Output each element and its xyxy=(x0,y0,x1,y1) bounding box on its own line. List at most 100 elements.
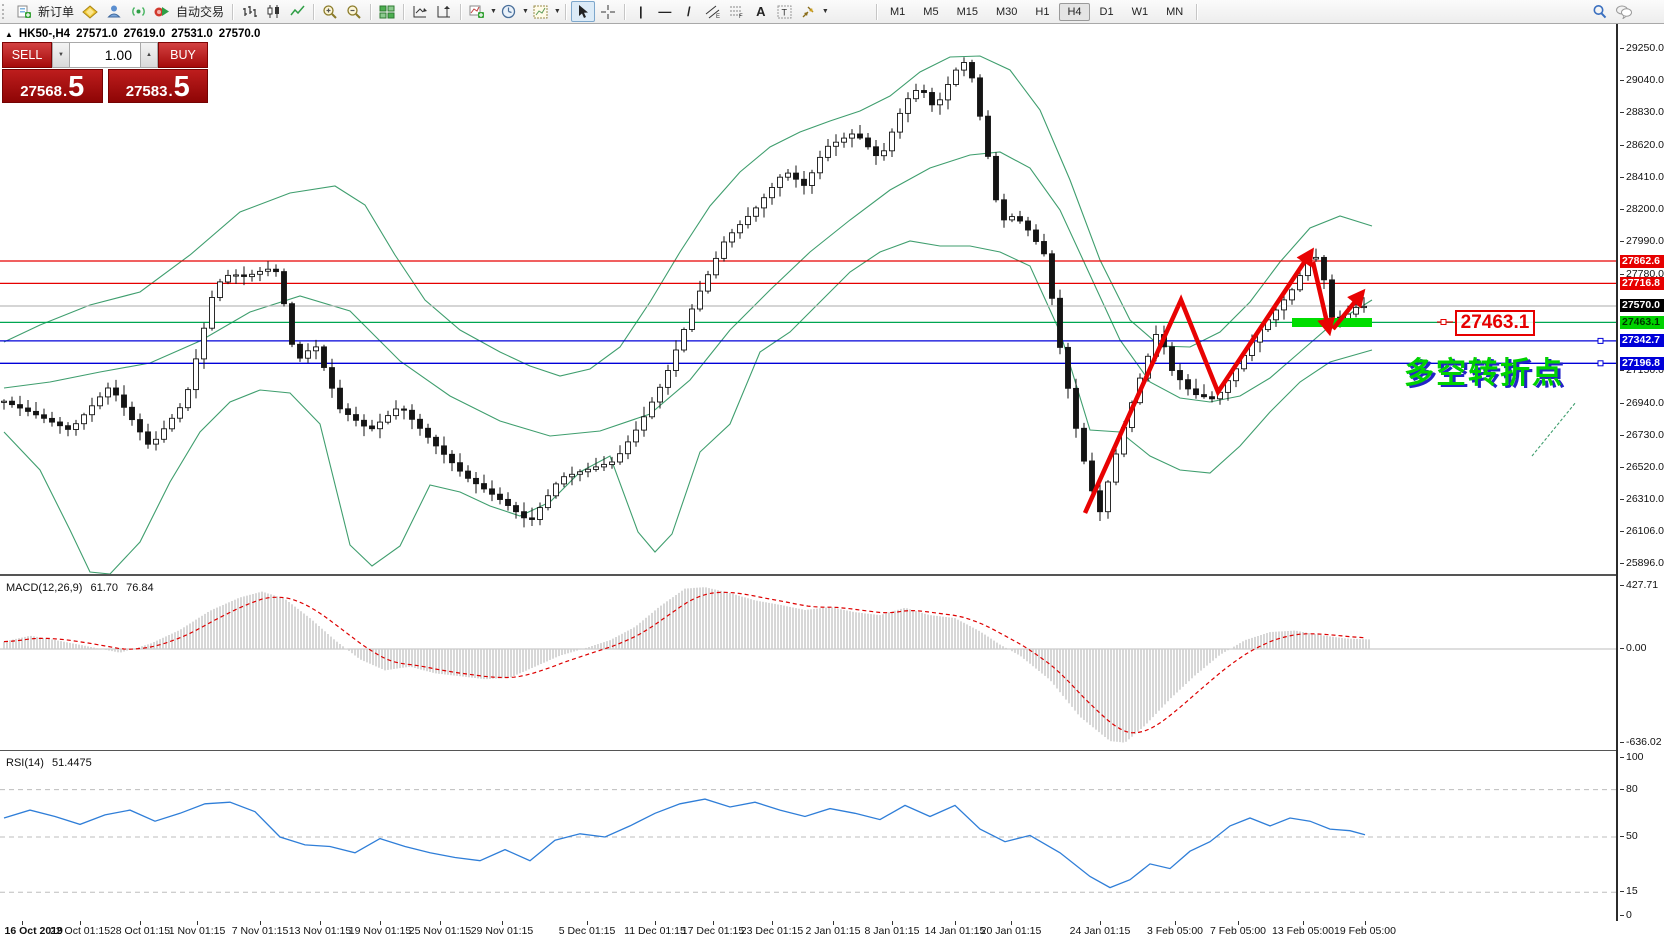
rsi-axis-tick: 100 xyxy=(1620,751,1644,763)
time-label: 7 Nov 01:15 xyxy=(232,925,289,937)
price-tag-27342.7: 27342.7 xyxy=(1620,334,1664,347)
timeframe-button-h1[interactable]: H1 xyxy=(1027,3,1057,21)
zoom-out-icon[interactable] xyxy=(343,2,365,21)
collapse-icon[interactable]: ▲ xyxy=(5,30,13,39)
zoom-in-icon[interactable] xyxy=(319,2,341,21)
macd-canvas[interactable] xyxy=(0,576,1616,750)
auto-scroll-icon[interactable] xyxy=(409,2,431,21)
period-caret-icon[interactable]: ▼ xyxy=(522,8,529,15)
rsi-axis-tick: 15 xyxy=(1620,885,1638,897)
time-label: 25 Nov 01:15 xyxy=(409,925,471,937)
signals-icon[interactable] xyxy=(127,2,149,21)
order-diamond-icon[interactable] xyxy=(79,2,101,21)
time-label: 29 Nov 01:15 xyxy=(471,925,533,937)
toolbar-grip xyxy=(2,4,8,19)
time-label: 13 Nov 01:15 xyxy=(289,925,351,937)
text-label-tool-icon[interactable]: T xyxy=(774,2,796,21)
ask-price-cell[interactable]: 27583.5 xyxy=(108,69,209,103)
timeframe-button-m30[interactable]: M30 xyxy=(988,3,1025,21)
time-label: 19 Feb 05:00 xyxy=(1334,925,1396,937)
chart-shift-icon[interactable] xyxy=(433,2,455,21)
buy-button[interactable]: BUY xyxy=(158,42,208,68)
add-indicator-icon[interactable] xyxy=(466,2,488,21)
equidistant-channel-tool-icon[interactable]: E xyxy=(702,2,724,21)
new-order-icon[interactable] xyxy=(13,2,35,21)
bollinger-lower-band xyxy=(4,241,1372,574)
time-label: 20 Jan 01:15 xyxy=(981,925,1042,937)
macd-axis-tick: 427.71 xyxy=(1620,579,1658,591)
time-label: 3 Feb 05:00 xyxy=(1147,925,1203,937)
turning-point-annotation[interactable]: 多空转折点 xyxy=(1404,348,1564,392)
community-chat-icon[interactable] xyxy=(1613,2,1635,21)
rsi-axis-tick: 80 xyxy=(1620,783,1638,795)
price-tick: 28200.0 xyxy=(1620,203,1664,215)
time-label: 22 Oct 01:15 xyxy=(50,925,110,937)
toolbar-separator xyxy=(232,4,233,20)
price-tick: 28410.0 xyxy=(1620,171,1664,183)
sell-button[interactable]: SELL xyxy=(2,42,52,68)
timeframe-button-m1[interactable]: M1 xyxy=(882,3,913,21)
crosshair-tool-icon[interactable] xyxy=(597,2,619,21)
arrows-caret-icon[interactable]: ▼ xyxy=(822,8,829,15)
add-indicator-caret-icon[interactable]: ▼ xyxy=(490,8,497,15)
time-label: 19 Nov 01:15 xyxy=(349,925,411,937)
timeframe-button-w1[interactable]: W1 xyxy=(1124,3,1157,21)
price-chart-canvas[interactable] xyxy=(0,24,1616,574)
timeframe-button-m5[interactable]: M5 xyxy=(915,3,946,21)
price-chart-panel[interactable]: ▲HK50-,H427571.027619.027531.027570.0 SE… xyxy=(0,24,1616,575)
candlestick-mode-icon[interactable] xyxy=(262,2,284,21)
line-chart-mode-icon[interactable] xyxy=(286,2,308,21)
template-caret-icon[interactable]: ▼ xyxy=(554,8,561,15)
autotrading-icon[interactable] xyxy=(151,2,173,21)
timeframe-toolbar: M1M5M15M30H1H4D1W1MN xyxy=(872,1,1201,22)
price-tick: 25896.0 xyxy=(1620,557,1664,569)
price-tick: 28830.0 xyxy=(1620,106,1664,118)
support-highlight-bar[interactable] xyxy=(1292,318,1372,327)
bar-chart-mode-icon[interactable] xyxy=(238,2,260,21)
toolbar-separator xyxy=(313,4,314,20)
text-tool-icon[interactable]: A xyxy=(750,2,772,21)
price-callout-box[interactable]: 27463.1 xyxy=(1455,310,1535,336)
bid-int: 27568 xyxy=(20,84,62,99)
price-axis[interactable]: 29250.029040.028830.028620.028410.028200… xyxy=(1616,24,1664,921)
rsi-line xyxy=(4,799,1365,888)
time-label: 14 Jan 01:15 xyxy=(925,925,986,937)
volume-input[interactable]: 1.00 xyxy=(70,42,140,68)
rsi-panel[interactable]: RSI(14) 51.4475 xyxy=(0,750,1616,922)
time-axis[interactable]: 16 Oct 201922 Oct 01:1528 Oct 01:151 Nov… xyxy=(0,921,1616,938)
bid-price-cell[interactable]: 27568.5 xyxy=(2,69,103,103)
toolbar-separator xyxy=(403,4,404,20)
vertical-line-tool-icon[interactable]: | xyxy=(630,2,652,21)
price-tick: 26520.0 xyxy=(1620,461,1664,473)
period-icon[interactable] xyxy=(498,2,520,21)
chart-ohlc-header: ▲HK50-,H427571.027619.027531.027570.0 xyxy=(5,28,266,40)
price-tag-27570.0: 27570.0 xyxy=(1620,299,1664,312)
timeframe-button-mn[interactable]: MN xyxy=(1158,3,1191,21)
search-icon[interactable] xyxy=(1589,2,1611,21)
rsi-canvas[interactable] xyxy=(0,751,1616,921)
horizontal-line-tool-icon[interactable]: — xyxy=(654,2,676,21)
macd-panel[interactable]: MACD(12,26,9) 61.70 76.84 xyxy=(0,575,1616,751)
time-label: 17 Dec 01:15 xyxy=(682,925,744,937)
fibonacci-tool-icon[interactable]: F xyxy=(726,2,748,21)
open-value: 27571.0 xyxy=(76,28,118,40)
cursor-tool-icon[interactable] xyxy=(571,1,595,22)
price-tick: 26106.0 xyxy=(1620,525,1664,537)
timeframe-button-m15[interactable]: M15 xyxy=(949,3,986,21)
macd-axis-tick: -636.02 xyxy=(1620,736,1662,748)
arrows-tool-icon[interactable] xyxy=(798,2,820,21)
template-icon[interactable] xyxy=(530,2,552,21)
timeframe-button-h4[interactable]: H4 xyxy=(1059,3,1089,21)
time-label: 28 Oct 01:15 xyxy=(110,925,170,937)
ask-frac: 5 xyxy=(174,76,190,99)
tile-windows-icon[interactable] xyxy=(376,2,398,21)
volume-decrease-button[interactable]: ▼ xyxy=(52,42,70,68)
autotrading-label[interactable]: 自动交易 xyxy=(176,3,224,20)
volume-increase-button[interactable]: ▲ xyxy=(140,42,158,68)
time-label: 1 Nov 01:15 xyxy=(169,925,226,937)
timeframe-button-d1[interactable]: D1 xyxy=(1092,3,1122,21)
new-order-label[interactable]: 新订单 xyxy=(38,3,74,20)
toolbar-right-group xyxy=(1588,1,1636,22)
trade-contest-icon[interactable] xyxy=(103,2,125,21)
trendline-tool-icon[interactable]: / xyxy=(678,2,700,21)
